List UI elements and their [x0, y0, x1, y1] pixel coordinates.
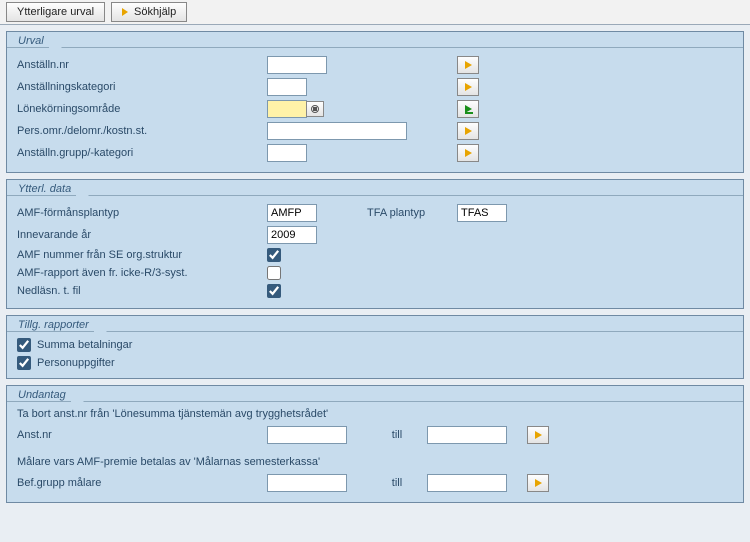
chk-nedlasn[interactable]: [267, 284, 281, 298]
arrow-right-icon: [465, 61, 472, 69]
multisel-lonekor[interactable]: [457, 100, 479, 118]
multisel-anstalln-nr[interactable]: [457, 56, 479, 74]
btn-label: Sökhjälp: [134, 3, 176, 21]
group-ytterl-data: Ytterl. data AMF-förmånsplantyp TFA plan…: [6, 179, 744, 309]
multisel-bef-grupp[interactable]: [527, 474, 549, 492]
chk-amf-rapport[interactable]: [267, 266, 281, 280]
inp-lonekor[interactable]: [267, 100, 307, 118]
inp-innevarande-ar[interactable]: [267, 226, 317, 244]
inp-bef-grupp-from[interactable]: [267, 474, 347, 492]
inp-amf-plantyp[interactable]: [267, 204, 317, 222]
lbl-personuppgifter: Personuppgifter: [37, 357, 115, 369]
group-title: Urval: [13, 35, 49, 47]
btn-sokhjalp[interactable]: Sökhjälp: [111, 2, 187, 22]
group-title: Undantag: [13, 389, 71, 401]
multisel-pers-omr[interactable]: [457, 122, 479, 140]
inp-bef-grupp-to[interactable]: [427, 474, 507, 492]
inp-tfa-plantyp[interactable]: [457, 204, 507, 222]
group-title: Ytterl. data: [13, 183, 76, 195]
toolbar: Ytterligare urval Sökhjälp: [0, 0, 750, 25]
chk-amf-nummer[interactable]: [267, 248, 281, 262]
arrow-right-icon: [535, 479, 542, 487]
arrow-right-green-icon: [465, 105, 472, 113]
multisel-anst-nr[interactable]: [527, 426, 549, 444]
lbl-summa-betalningar: Summa betalningar: [37, 339, 132, 351]
lbl-till-2: till: [367, 477, 427, 489]
inp-anst-kategori[interactable]: [267, 78, 307, 96]
lbl-anst-grupp: Anställn.grupp/-kategori: [17, 147, 267, 159]
arrow-right-icon: [465, 127, 472, 135]
arrow-right-icon: [535, 431, 542, 439]
value-help-icon: [310, 104, 320, 114]
lbl-anstalln-nr: Anställn.nr: [17, 59, 267, 71]
lbl-innevarande-ar: Innevarande år: [17, 229, 267, 241]
inp-pers-omr[interactable]: [267, 122, 407, 140]
btn-label: Ytterligare urval: [17, 3, 94, 21]
lbl-amf-rapport: AMF-rapport även fr. icke-R/3-syst.: [17, 267, 267, 279]
inp-anstalln-nr[interactable]: [267, 56, 327, 74]
group-urval: Urval Anställn.nr Anställningskategori L…: [6, 31, 744, 173]
lbl-lonekor: Lönekörningsområde: [17, 103, 267, 115]
lbl-amf-nummer: AMF nummer från SE org.struktur: [17, 249, 267, 261]
txt-malare: Målare vars AMF-premie betalas av 'Målar…: [17, 456, 320, 468]
arrow-right-icon: [122, 8, 128, 16]
inp-anst-nr-from[interactable]: [267, 426, 347, 444]
group-undantag: Undantag Ta bort anst.nr från 'Lönesumma…: [6, 385, 744, 503]
inp-anst-grupp[interactable]: [267, 144, 307, 162]
lbl-amf-plantyp: AMF-förmånsplantyp: [17, 207, 267, 219]
lbl-tfa-plantyp: TFA plantyp: [347, 207, 457, 219]
arrow-right-icon: [465, 149, 472, 157]
group-tillg-rapporter: Tillg. rapporter Summa betalningar Perso…: [6, 315, 744, 379]
lbl-anst-kategori: Anställningskategori: [17, 81, 267, 93]
lbl-anst-nr: Anst.nr: [17, 429, 267, 441]
arrow-right-icon: [465, 83, 472, 91]
btn-ytterligare-urval[interactable]: Ytterligare urval: [6, 2, 105, 22]
inp-anst-nr-to[interactable]: [427, 426, 507, 444]
lbl-till-1: till: [367, 429, 427, 441]
lbl-nedlasn: Nedläsn. t. fil: [17, 285, 267, 297]
lbl-pers-omr: Pers.omr./delomr./kostn.st.: [17, 125, 267, 137]
chk-personuppgifter[interactable]: [17, 356, 31, 370]
multisel-anst-kategori[interactable]: [457, 78, 479, 96]
value-help-lonekor[interactable]: [306, 101, 324, 117]
lbl-bef-grupp: Bef.grupp målare: [17, 477, 267, 489]
txt-ta-bort: Ta bort anst.nr från 'Lönesumma tjänstem…: [17, 408, 328, 420]
chk-summa-betalningar[interactable]: [17, 338, 31, 352]
multisel-anst-grupp[interactable]: [457, 144, 479, 162]
group-title: Tillg. rapporter: [13, 319, 94, 331]
